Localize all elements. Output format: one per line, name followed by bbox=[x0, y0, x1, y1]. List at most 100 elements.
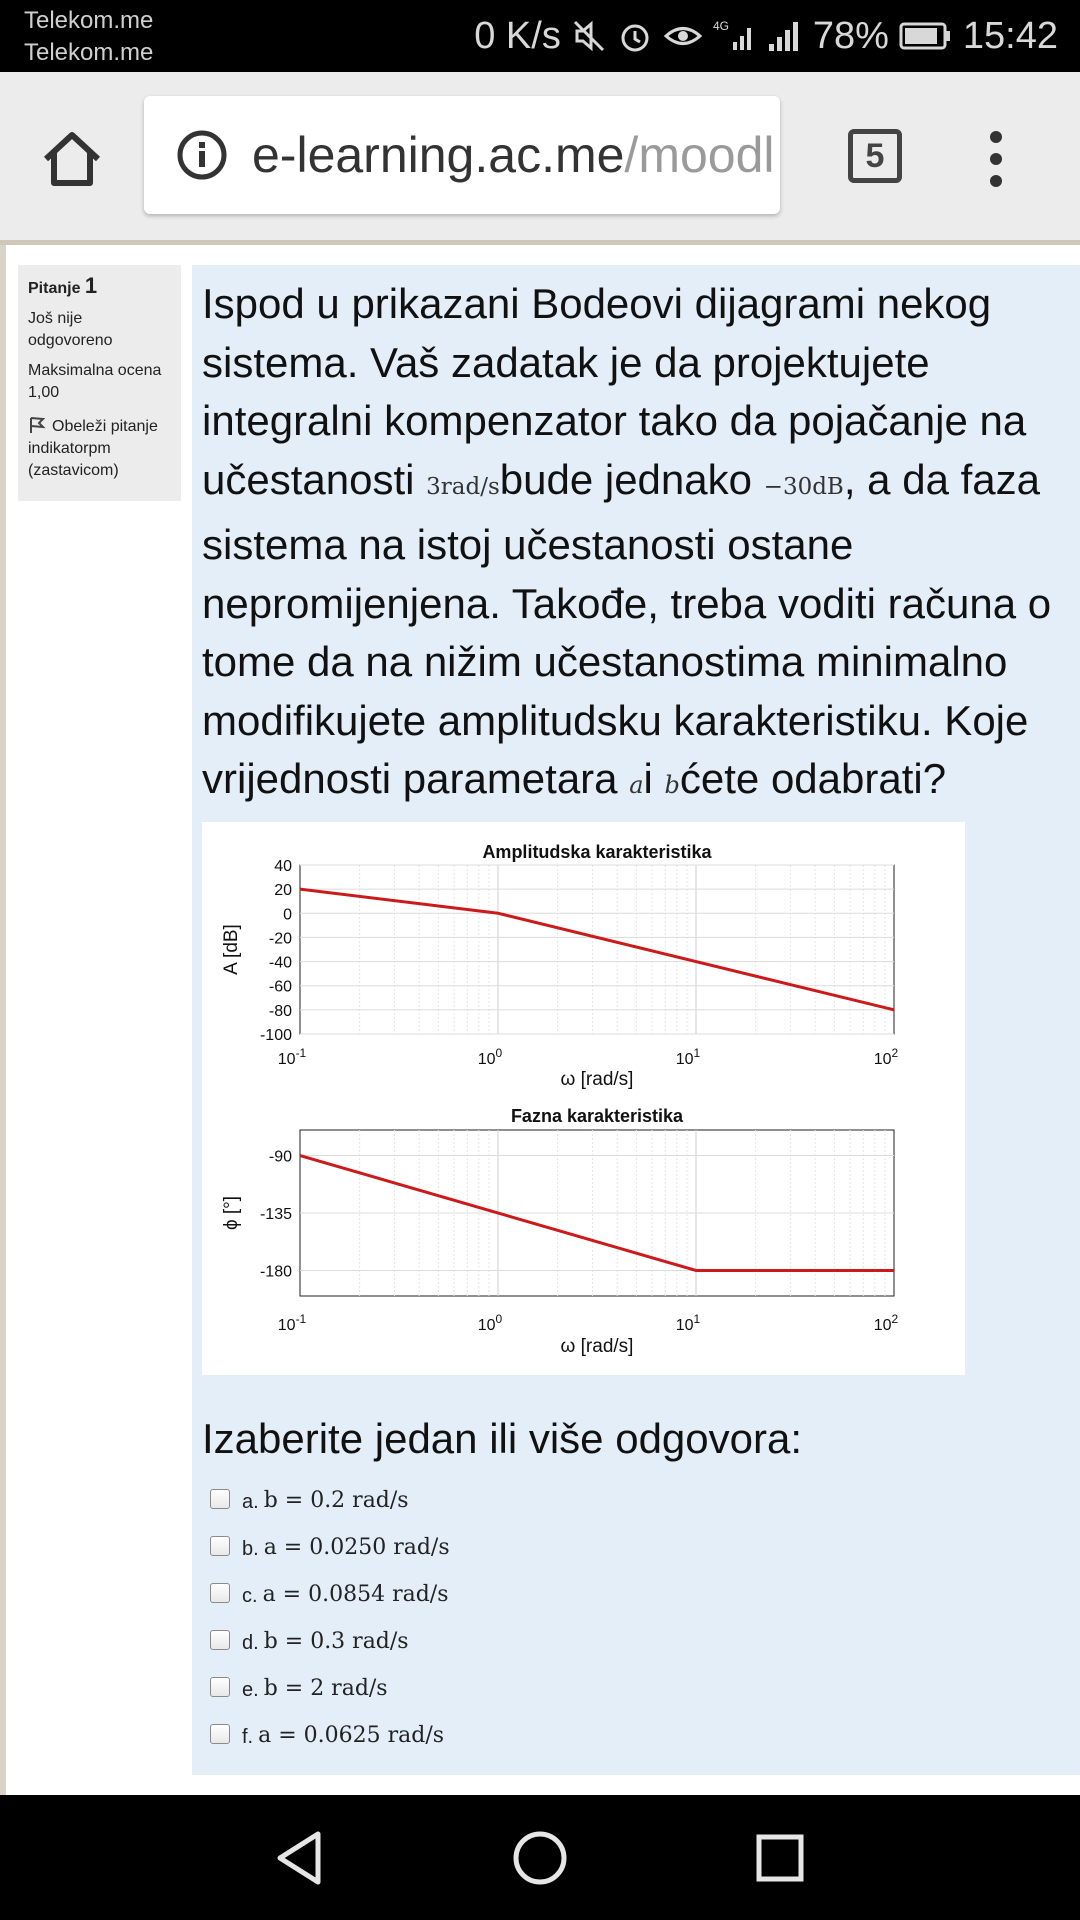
max-grade-value: 1,00 bbox=[28, 384, 60, 401]
question-text: Ispod u prikazani Bodeovi dijagrami neko… bbox=[202, 275, 1072, 815]
carrier-name: Telekom.me bbox=[24, 7, 154, 34]
option-checkbox[interactable] bbox=[210, 1630, 230, 1650]
flag-icon bbox=[30, 417, 46, 433]
network-speed: 0 K/s bbox=[474, 14, 561, 57]
answer-option[interactable]: e. b = 2 rad/s bbox=[210, 1673, 450, 1720]
overflow-menu-icon[interactable] bbox=[985, 127, 1007, 191]
system-nav-bar bbox=[0, 1795, 1080, 1920]
alarm-icon bbox=[621, 24, 649, 52]
home-icon[interactable] bbox=[40, 127, 104, 191]
max-grade-label: Maksimalna ocena bbox=[28, 362, 162, 379]
x-tick-label: 101 bbox=[676, 1312, 701, 1334]
option-checkbox[interactable] bbox=[210, 1536, 230, 1556]
y-tick-label: -20 bbox=[269, 930, 292, 947]
option-value: b = 2 rad/s bbox=[263, 1676, 388, 1701]
option-value: a = 0.0625 rad/s bbox=[258, 1723, 445, 1748]
mute-icon bbox=[573, 20, 604, 52]
carrier-name-secondary: Telekom.me bbox=[24, 39, 154, 66]
question-text-part: ćete odabrati? bbox=[679, 755, 947, 802]
answer-option[interactable]: f. a = 0.0625 rad/s bbox=[210, 1720, 450, 1767]
option-letter: f. bbox=[242, 1726, 254, 1748]
question-info-panel: Pitanje 1 Još nije odgovoreno Maksimalna… bbox=[18, 265, 181, 501]
x-axis-label: ω [rad/s] bbox=[561, 1069, 634, 1090]
y-axis-label: ϕ [°] bbox=[221, 1196, 242, 1230]
y-tick-label: 20 bbox=[274, 882, 292, 899]
answer-option[interactable]: b. a = 0.0250 rad/s bbox=[210, 1532, 450, 1579]
y-tick-label: 40 bbox=[274, 858, 292, 875]
option-value: b = 0.2 rad/s bbox=[263, 1488, 409, 1513]
max-grade: Maksimalna ocena 1,00 bbox=[28, 360, 171, 404]
option-letter: a. bbox=[242, 1491, 259, 1513]
option-value: a = 0.0854 rad/s bbox=[262, 1582, 449, 1607]
option-letter: b. bbox=[242, 1538, 259, 1560]
math-param-a: a bbox=[629, 771, 644, 799]
bode-diagram: 40 20 0 -20 -40 -60 -80 -100 10-1 100 101 102 Amplit… bbox=[202, 822, 965, 1375]
page-left-border bbox=[0, 245, 6, 1795]
flag-question-link[interactable]: Obeleži pitanje indikatorpm (zastavicom) bbox=[28, 416, 171, 482]
answer-options: a. b = 0.2 rad/s b. a = 0.0250 rad/s c. a =… bbox=[210, 1485, 450, 1767]
browser-toolbar: e-learning.ac.me/moodl 5 bbox=[0, 72, 1080, 245]
question-text-part: bude jednako bbox=[499, 455, 764, 503]
x-tick-label: 100 bbox=[478, 1046, 503, 1068]
url-text[interactable]: e-learning.ac.me/moodl bbox=[252, 126, 775, 184]
recents-icon[interactable] bbox=[750, 1828, 810, 1888]
option-value: a = 0.0250 rad/s bbox=[263, 1535, 450, 1560]
option-checkbox[interactable] bbox=[210, 1677, 230, 1697]
x-tick-label: 10-1 bbox=[278, 1046, 307, 1068]
math-frequency: 3rad/s bbox=[426, 473, 500, 500]
back-icon[interactable] bbox=[270, 1828, 330, 1888]
address-bar[interactable]: e-learning.ac.me/moodl bbox=[144, 96, 780, 214]
option-checkbox[interactable] bbox=[210, 1583, 230, 1603]
y-tick-label: -180 bbox=[260, 1263, 292, 1280]
question-text-part: , a da faza sistema na istoj učestanosti… bbox=[202, 455, 1052, 803]
question-text-part: i bbox=[643, 755, 665, 802]
x-tick-label: 102 bbox=[874, 1046, 899, 1068]
y-tick-label: -100 bbox=[260, 1027, 292, 1044]
y-tick-label: -80 bbox=[269, 1003, 292, 1020]
question-label: Pitanje bbox=[28, 280, 81, 297]
svg-text:4G: 4G bbox=[713, 19, 729, 33]
answer-option[interactable]: a. b = 0.2 rad/s bbox=[210, 1485, 450, 1532]
flag-question-text: Obeleži pitanje indikatorpm (zastavicom) bbox=[28, 418, 158, 479]
question-status: Još nije odgovoreno bbox=[28, 310, 113, 349]
answer-prompt: Izaberite jedan ili više odgovora: bbox=[202, 1415, 803, 1462]
info-icon[interactable] bbox=[176, 129, 228, 181]
y-tick-label: 0 bbox=[283, 906, 292, 923]
math-gain: −30dB bbox=[763, 473, 844, 500]
home-nav-icon[interactable] bbox=[510, 1828, 570, 1888]
battery-icon bbox=[899, 22, 950, 50]
option-letter: e. bbox=[242, 1679, 259, 1701]
option-checkbox[interactable] bbox=[210, 1724, 230, 1744]
clock: 15:42 bbox=[962, 14, 1058, 57]
question-panel: Ispod u prikazani Bodeovi dijagrami neko… bbox=[192, 265, 1080, 1775]
x-tick-label: 102 bbox=[874, 1312, 899, 1334]
eye-comfort-icon bbox=[663, 27, 703, 45]
option-checkbox[interactable] bbox=[210, 1489, 230, 1509]
answer-option[interactable]: c. a = 0.0854 rad/s bbox=[210, 1579, 450, 1626]
url-host: e-learning.ac.me bbox=[252, 127, 625, 183]
battery-percent: 78% bbox=[812, 14, 889, 57]
tab-switcher-button[interactable]: 5 bbox=[848, 129, 902, 183]
y-tick-label: -90 bbox=[269, 1149, 292, 1166]
option-value: b = 0.3 rad/s bbox=[263, 1629, 409, 1654]
question-number: 1 bbox=[84, 273, 98, 298]
answer-option[interactable]: d. b = 0.3 rad/s bbox=[210, 1626, 450, 1673]
x-tick-label: 100 bbox=[478, 1312, 503, 1334]
y-tick-label: -60 bbox=[269, 979, 292, 996]
y-axis-label: A [dB] bbox=[221, 924, 242, 975]
signal-4g-icon: 4G bbox=[713, 19, 751, 50]
option-letter: d. bbox=[242, 1632, 259, 1654]
chart-title: Amplitudska karakteristika bbox=[482, 842, 712, 862]
x-tick-label: 10-1 bbox=[278, 1312, 307, 1334]
x-axis-label: ω [rad/s] bbox=[561, 1336, 634, 1357]
y-tick-label: -40 bbox=[269, 955, 292, 972]
signal-icon bbox=[768, 22, 798, 51]
plot-area bbox=[299, 864, 895, 1035]
status-bar: Telekom.me Telekom.me 0 K/s 4G 78% 15:42 bbox=[0, 0, 1080, 72]
status-icons: 0 K/s 4G 78% 15:42 bbox=[474, 0, 1058, 72]
y-tick-label: -135 bbox=[260, 1206, 292, 1223]
chart-title: Fazna karakteristika bbox=[511, 1106, 684, 1126]
url-path: /moodl bbox=[624, 127, 775, 183]
math-param-b: b bbox=[664, 771, 680, 799]
x-tick-label: 101 bbox=[676, 1046, 701, 1068]
